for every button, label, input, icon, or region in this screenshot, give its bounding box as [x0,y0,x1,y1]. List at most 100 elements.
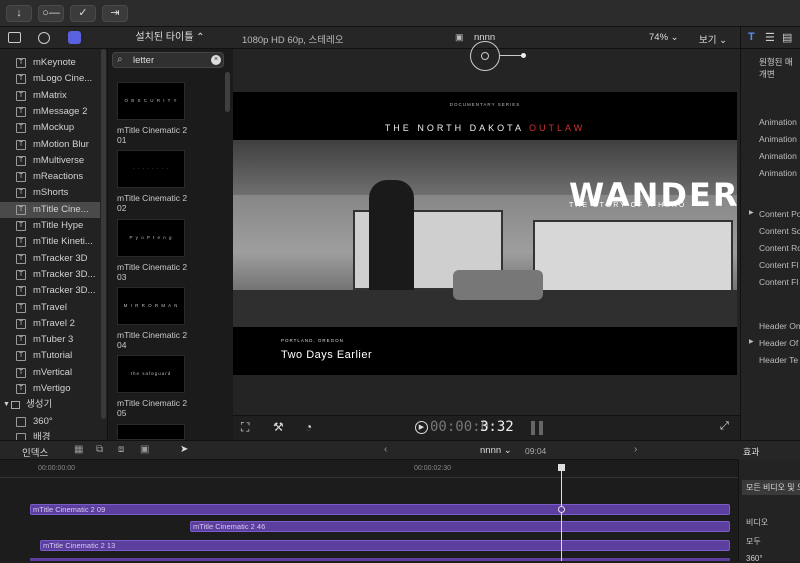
title-thumbnail[interactable]: P y o P t e n g [117,218,185,257]
clear-search-icon[interactable]: × [211,55,221,65]
sidebar-item[interactable]: TmMatrix [0,88,100,104]
sidebar-item[interactable]: TmTracker 3D... [0,267,100,283]
sidebar-item[interactable]: TmMultiverse [0,153,100,169]
sidebar-item-360[interactable]: 360° [0,414,100,430]
timeline-project-menu[interactable]: nnnn ⌄ [480,445,512,456]
title-thumbnail[interactable]: the safeguard [117,355,185,394]
photos-icon[interactable] [8,32,21,43]
sidebar-item[interactable]: TmVertical [0,365,100,381]
effects-video-label[interactable]: 비디오 [746,517,768,528]
sidebar-item[interactable]: TmReactions [0,169,100,185]
forward-icon[interactable]: › [634,444,637,455]
keywords-button[interactable]: ○— [38,5,64,22]
sidebar-item[interactable]: TmKeynote [0,55,100,71]
fullscreen-icon[interactable]: ⤢ [720,420,729,433]
sidebar-item[interactable]: TmMessage 2 [0,104,100,120]
play-button[interactable]: ▶ [415,421,428,434]
generator-icon [16,416,26,427]
browser-scrollbar[interactable] [225,72,230,112]
disclosure-icon[interactable]: ▶ [749,209,754,216]
enhance-icon[interactable]: ⚒ [273,420,284,434]
back-icon[interactable]: ‹ [384,444,387,455]
sidebar-item[interactable]: TmTuber 3 [0,332,100,348]
title-thumbnail[interactable] [117,424,185,440]
title-inspector-icon[interactable]: T [748,31,755,43]
inspector-param[interactable]: Content Fl [759,260,798,270]
clip-appearance-icon[interactable]: ▦ [74,444,83,455]
timeline-clip[interactable]: mTitle Cinematic 2 13 [40,540,730,551]
effects-all2-label[interactable]: 모두 [746,536,761,547]
onscreen-control-handle[interactable] [521,53,526,58]
search-field[interactable]: ⌕ letter × [112,52,224,68]
title-thumbnail[interactable]: · · · · · · · · [117,150,185,189]
sidebar-scrollbar[interactable] [101,49,106,419]
background-tasks-button[interactable]: ✓ [70,5,96,22]
select-tool-icon[interactable]: ➤ [180,444,188,455]
disclosure-icon[interactable]: ▶ [749,338,754,345]
inspector-param[interactable]: Header Te [759,355,798,365]
playhead-handle[interactable] [558,464,565,471]
sidebar-item[interactable]: TmMotion Blur [0,137,100,153]
inspector-param[interactable]: Animation [759,151,797,161]
generators-label: 생성기 [26,399,53,411]
sidebar-item-label: mMockup [33,122,75,134]
thumbnail-text: P y o P t e n g [129,234,173,240]
insert-icon[interactable]: ⧈ [118,444,124,455]
headline-part-b: OUTLAW [529,123,586,133]
title-template-icon: T [16,367,26,378]
inspector-param[interactable]: Content Fl [759,277,798,287]
headline-part-a: THE NORTH DAKOTA [384,123,524,133]
inspector-param[interactable]: Header On [759,321,800,331]
inspector-param[interactable]: Animation [759,168,797,178]
sidebar-item[interactable]: TmMockup [0,120,100,136]
timeline-header: 인덱스 ▦ ⧉ ⧈ ▣ ➤ ‹ nnnn ⌄ 09:04 › [0,440,738,460]
sidebar-item[interactable]: TmTravel 2 [0,316,100,332]
share-button[interactable]: ⇥ [102,5,128,22]
inspector-param[interactable]: Animation [759,117,797,127]
titles-sidebar: TmKeynote TmLogo Cine... TmMatrix TmMessage… [0,49,107,440]
speed-icon[interactable]: ◔ [305,420,312,434]
title-thumbnail-label: mTitle Cinematic 2 05 [117,398,188,419]
search-input[interactable]: letter [133,55,154,66]
onscreen-control-center[interactable] [481,52,489,60]
music-icon[interactable] [38,32,50,44]
inspector-param[interactable]: Animation [759,134,797,144]
video-inspector-icon[interactable]: ▤ [782,31,792,44]
title-thumbnail[interactable]: M I R R O R M A N [117,286,185,325]
inspector-param[interactable]: Header Of [759,338,798,348]
generators-folder[interactable]: ▼ 생성기 [0,397,100,413]
browser-category-select[interactable]: 설치된 타이틀 ⌃ [107,27,233,49]
sidebar-item[interactable]: TmTitle Cine... [0,201,100,218]
overwrite-icon[interactable]: ▣ [140,444,149,455]
timeline-clip[interactable]: mTitle Cinematic 2 46 [190,521,730,532]
timeline-clip[interactable]: mTitle Cinematic 2 09 [30,504,730,515]
connect-icon[interactable]: ⧉ [96,444,103,455]
sidebar-item[interactable]: TmTitle Hype [0,218,100,234]
inspector-param[interactable]: Content Ro [759,243,800,253]
sidebar-item[interactable]: TmShorts [0,185,100,201]
view-menu[interactable]: 보기 ⌄ [699,32,727,46]
timeline[interactable]: 00:00:00:00 00:00:02:30 mTitle Cinematic… [0,460,738,561]
effects-all-row[interactable]: 모든 비디오 및 오 [742,480,800,495]
text-inspector-icon[interactable]: ☰ [765,31,775,44]
inspector-param[interactable]: Content Po [759,209,800,219]
ruler[interactable]: 00:00:00:00 00:00:02:30 [0,460,738,478]
sidebar-item[interactable]: TmLogo Cine... [0,71,100,87]
playhead[interactable] [561,465,562,561]
sidebar-item[interactable]: TmTracker 3D... [0,283,100,299]
zoom-menu[interactable]: 74% ⌄ [649,32,679,43]
transform-icon[interactable]: ⛶ [241,420,249,435]
sidebar-item[interactable]: TmTravel [0,300,100,316]
sidebar-item[interactable]: TmTracker 3D [0,251,100,267]
title-template-icon: T [16,188,26,199]
inspector-param[interactable]: Content Sc [759,226,800,236]
import-button[interactable]: ↓ [6,5,32,22]
sidebar-item[interactable]: TmVertigo [0,381,100,397]
index-button[interactable]: 인덱스 [22,445,48,459]
effects-360-label[interactable]: 360° [746,554,763,563]
title-thumbnail[interactable]: O B S C U R I T Y [117,82,185,120]
sidebar-item[interactable]: TmTutorial [0,348,100,364]
sidebar-item-background[interactable]: 배경 [0,430,100,440]
sidebar-item[interactable]: TmTitle Kineti... [0,234,100,250]
titles-generators-icon[interactable] [68,31,81,44]
